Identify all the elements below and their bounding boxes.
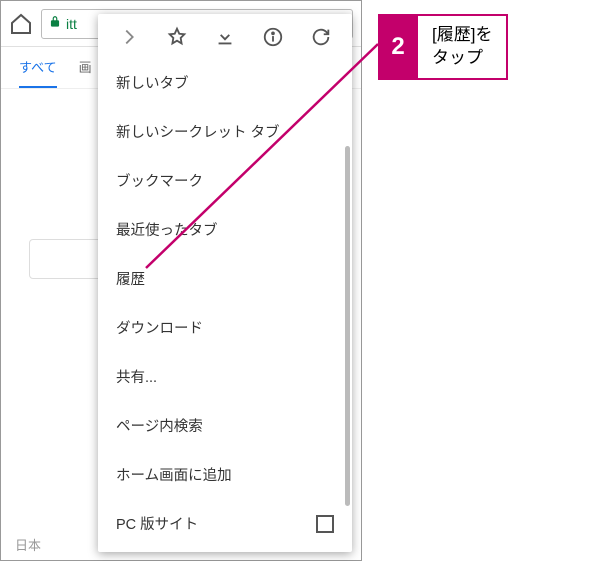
download-icon[interactable] — [212, 24, 238, 50]
menu-item-share[interactable]: 共有... — [98, 352, 352, 401]
checkbox-icon[interactable] — [316, 515, 334, 533]
menu-item-new-tab[interactable]: 新しいタブ — [98, 58, 352, 107]
callout-line2: タップ — [432, 48, 483, 67]
menu-item-new-incognito-tab[interactable]: 新しいシークレット タブ — [98, 107, 352, 156]
instruction-callout: 2 [履歴]を タップ — [378, 14, 508, 80]
menu-item-add-to-home[interactable]: ホーム画面に追加 — [98, 450, 352, 499]
menu-item-desktop-site-label: PC 版サイト — [116, 517, 198, 533]
forward-icon[interactable] — [116, 24, 142, 50]
callout-line1: [履歴]を — [432, 25, 492, 44]
tab-images[interactable]: 画 — [79, 57, 92, 88]
info-icon[interactable] — [260, 24, 286, 50]
search-box-fragment[interactable] — [29, 239, 109, 279]
callout-text: [履歴]を タップ — [418, 14, 508, 80]
menu-scrollbar[interactable] — [345, 146, 350, 506]
footer-region: 日本 — [15, 535, 41, 554]
menu-item-downloads[interactable]: ダウンロード — [98, 303, 352, 352]
menu-item-desktop-site[interactable]: PC 版サイト — [98, 499, 352, 548]
menu-item-find-in-page[interactable]: ページ内検索 — [98, 401, 352, 450]
home-icon[interactable] — [9, 12, 33, 36]
lock-icon — [48, 15, 62, 32]
overflow-menu: 新しいタブ 新しいシークレット タブ ブックマーク 最近使ったタブ 履歴 ダウン… — [98, 14, 352, 552]
callout-step-number: 2 — [378, 14, 418, 80]
tab-all[interactable]: すべて — [19, 57, 57, 88]
menu-item-recent-tabs[interactable]: 最近使ったタブ — [98, 205, 352, 254]
menu-icon-row — [98, 14, 352, 58]
reload-icon[interactable] — [308, 24, 334, 50]
menu-item-bookmarks[interactable]: ブックマーク — [98, 156, 352, 205]
menu-item-history[interactable]: 履歴 — [98, 254, 352, 303]
bookmark-star-icon[interactable] — [164, 24, 190, 50]
url-text: itt — [66, 16, 77, 32]
